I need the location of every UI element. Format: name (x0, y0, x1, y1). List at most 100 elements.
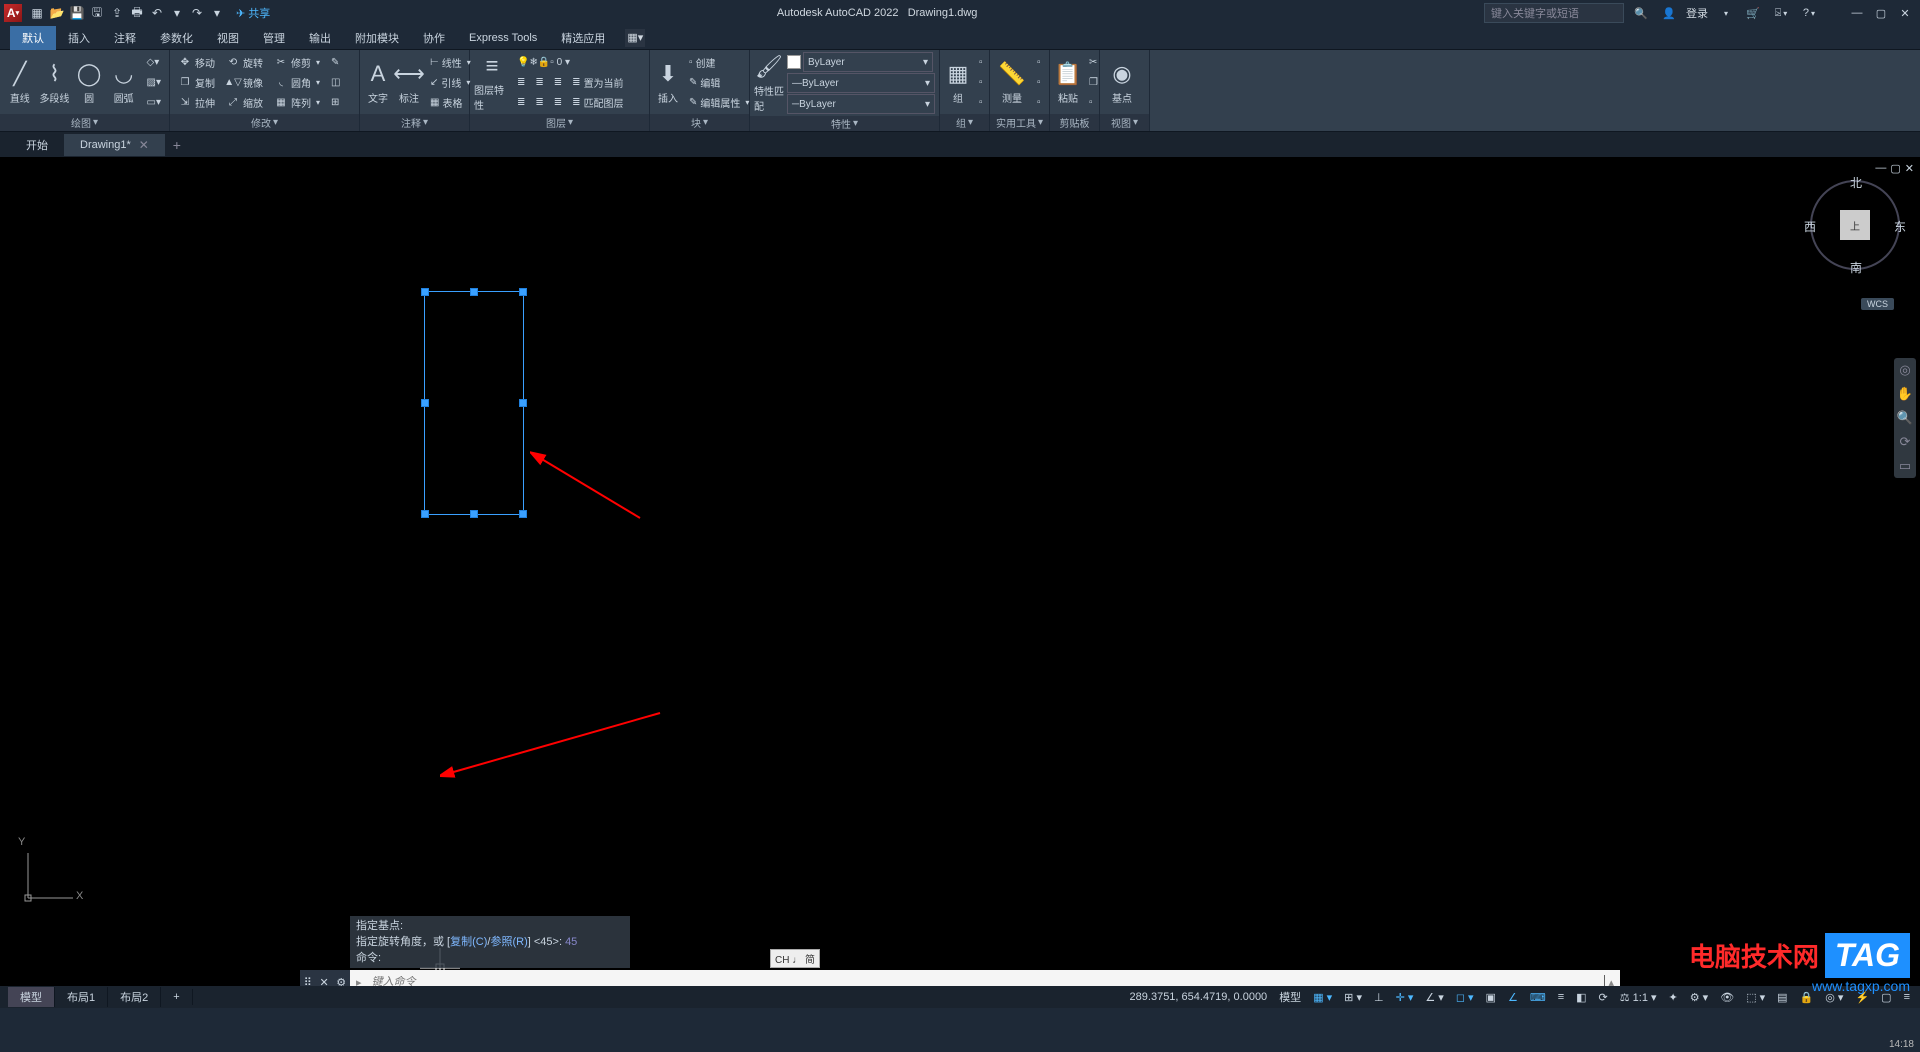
showmotion-icon[interactable]: ▭ (1899, 458, 1911, 474)
hatch-icon[interactable]: ▨▾ (143, 72, 165, 92)
util-tool-icon[interactable]: ▫ (1033, 92, 1045, 112)
layer-tool-icon[interactable]: ≣ (513, 72, 529, 92)
scale-button[interactable]: ⤢缩放 (222, 92, 267, 112)
color-combo[interactable]: ByLayer▾ (803, 52, 933, 72)
grip-mid[interactable] (470, 510, 478, 518)
panel-title-draw[interactable]: 绘图 ▾ (0, 114, 169, 131)
dropdown-icon[interactable]: ▾ (168, 4, 186, 22)
user-icon[interactable]: 👤 (1658, 2, 1680, 24)
layer-tool-icon[interactable]: ≣ (550, 92, 566, 112)
zoom-extents-icon[interactable]: 🔍 (1897, 410, 1913, 426)
dimension-button[interactable]: ⟷标注 (395, 52, 423, 112)
minimize-icon[interactable]: — (1846, 2, 1868, 24)
tab-insert[interactable]: 插入 (56, 26, 102, 50)
maximize-icon[interactable]: ▢ (1870, 2, 1892, 24)
model-space-button[interactable]: 模型 (1275, 989, 1305, 1005)
search-icon[interactable]: 🔍 (1630, 2, 1652, 24)
copy-button[interactable]: ❐复制 (174, 72, 219, 92)
drawing-tab[interactable]: Drawing1*✕ (64, 134, 165, 156)
mirror-button[interactable]: ▲▽镜像 (222, 72, 267, 92)
saveas-icon[interactable]: 🖫 (88, 4, 106, 22)
basepoint-button[interactable]: ◉基点 (1104, 52, 1140, 112)
tab-addins[interactable]: 附加模块 (343, 26, 411, 50)
layer-tool-icon[interactable]: ≣ (513, 92, 529, 112)
polar-icon[interactable]: ✛ ▾ (1392, 991, 1418, 1004)
color-swatch-icon[interactable] (787, 55, 801, 69)
layer-tool-icon[interactable]: ≣ (550, 72, 566, 92)
util-tool-icon[interactable]: ▫ (1033, 52, 1045, 72)
undo-icon[interactable]: ↶ (148, 4, 166, 22)
orbit-icon[interactable]: ⟳ (1900, 434, 1911, 450)
grip-corner[interactable] (421, 510, 429, 518)
start-tab[interactable]: 开始 (10, 133, 64, 157)
grip-mid[interactable] (519, 399, 527, 407)
lineweight-combo[interactable]: — ByLayer▾ (787, 73, 935, 93)
match-props-button[interactable]: 🖌特性匹配 (754, 53, 784, 113)
tab-parametric[interactable]: 参数化 (148, 26, 205, 50)
circle-button[interactable]: ◯圆 (73, 52, 105, 112)
layout-tab-1[interactable]: 布局1 (55, 987, 108, 1007)
close-icon[interactable]: ✕ (1894, 2, 1916, 24)
dyninput-icon[interactable]: ⌨ (1526, 991, 1550, 1004)
drawing-canvas[interactable]: — ▢ ✕ 北 南 东 西 上 WCS ◎ ✋ 🔍 ⟳ ▭ (0, 158, 1920, 1008)
grip-mid[interactable] (470, 288, 478, 296)
dropdown-icon[interactable]: ▾ (208, 4, 226, 22)
transparency-icon[interactable]: ◧ (1572, 991, 1590, 1004)
vp-maximize-icon[interactable]: ▢ (1890, 162, 1900, 175)
array-button[interactable]: ▦阵列 (270, 92, 324, 112)
new-layout-button[interactable]: + (161, 989, 192, 1005)
autodesk-app-icon[interactable]: ⍄ (1770, 2, 1792, 24)
panel-title-annot[interactable]: 注释 ▾ (360, 114, 469, 131)
modify-icon[interactable]: ⊞ (327, 92, 344, 112)
modify-icon[interactable]: ◫ (327, 72, 344, 92)
compass-west[interactable]: 西 (1804, 218, 1816, 235)
tab-express[interactable]: Express Tools (457, 28, 549, 48)
annomonitor-icon[interactable]: 👁 (1716, 991, 1738, 1004)
line-button[interactable]: ╱直线 (4, 52, 36, 112)
ortho-icon[interactable]: ⊥ (1370, 991, 1388, 1004)
web-icon[interactable]: ⇪ (108, 4, 126, 22)
linetype-button[interactable]: ⊢ 线性 (426, 52, 475, 72)
edit-attr-button[interactable]: ✎ 编辑属性 (685, 92, 753, 112)
new-icon[interactable]: ▦ (28, 4, 46, 22)
help-search-input[interactable]: 键入关键字或短语 (1484, 3, 1624, 23)
rotate-button[interactable]: ⟲旋转 (222, 52, 267, 72)
util-tool-icon[interactable]: ▫ (1033, 72, 1045, 92)
tab-manage[interactable]: 管理 (251, 26, 297, 50)
share-button[interactable]: ✈ 共享 (236, 5, 270, 21)
plot-icon[interactable]: 🖶 (128, 4, 146, 22)
match-layer-button[interactable]: ≣ 匹配图层 (568, 92, 627, 112)
panel-title-layers[interactable]: 图层 ▾ (470, 114, 649, 131)
tab-default[interactable]: 默认 (10, 26, 56, 50)
app-logo[interactable]: A▾ (4, 4, 22, 22)
tab-view[interactable]: 视图 (205, 26, 251, 50)
cart-icon[interactable]: 🛒 (1742, 2, 1764, 24)
vp-close-icon[interactable]: ✕ (1905, 162, 1914, 175)
layer-tool-icon[interactable]: ≣ (531, 92, 547, 112)
layout-tab-model[interactable]: 模型 (8, 987, 55, 1007)
annoscale-icon[interactable]: ⚖ 1:1 ▾ (1616, 991, 1661, 1004)
open-icon[interactable]: 📂 (48, 4, 66, 22)
save-icon[interactable]: 💾 (68, 4, 86, 22)
coordinates-readout[interactable]: 289.3751, 654.4719, 0.0000 (1126, 991, 1272, 1003)
snap-icon[interactable]: ⊞ ▾ (1340, 991, 1366, 1004)
table-button[interactable]: ▦ 表格 (426, 92, 475, 112)
login-button[interactable]: 登录 (1686, 5, 1708, 21)
isodraft-icon[interactable]: ∠ ▾ (1421, 991, 1447, 1004)
panel-title-modify[interactable]: 修改 ▾ (170, 114, 359, 131)
wcs-badge[interactable]: WCS (1861, 298, 1894, 310)
grid-icon[interactable]: ▦ ▾ (1309, 991, 1336, 1004)
insert-block-button[interactable]: ⬇插入 (654, 52, 682, 112)
quickprops-icon[interactable]: ▤ (1773, 991, 1791, 1004)
move-button[interactable]: ✥移动 (174, 52, 219, 72)
group-tool-icon[interactable]: ▫ (975, 72, 987, 92)
otrack-icon[interactable]: ∠ (1504, 991, 1522, 1004)
layer-props-button[interactable]: ≡图层特性 (474, 52, 510, 112)
tab-collab[interactable]: 协作 (411, 26, 457, 50)
3dosnap-icon[interactable]: ▣ (1482, 991, 1500, 1004)
panel-title-view[interactable]: 视图 ▾ (1100, 114, 1149, 131)
polyline-button[interactable]: ⌇多段线 (39, 52, 71, 112)
compass-east[interactable]: 东 (1894, 218, 1906, 235)
help-icon[interactable]: ? (1798, 2, 1820, 24)
panel-toggle-icon[interactable]: ▦▾ (625, 29, 645, 47)
